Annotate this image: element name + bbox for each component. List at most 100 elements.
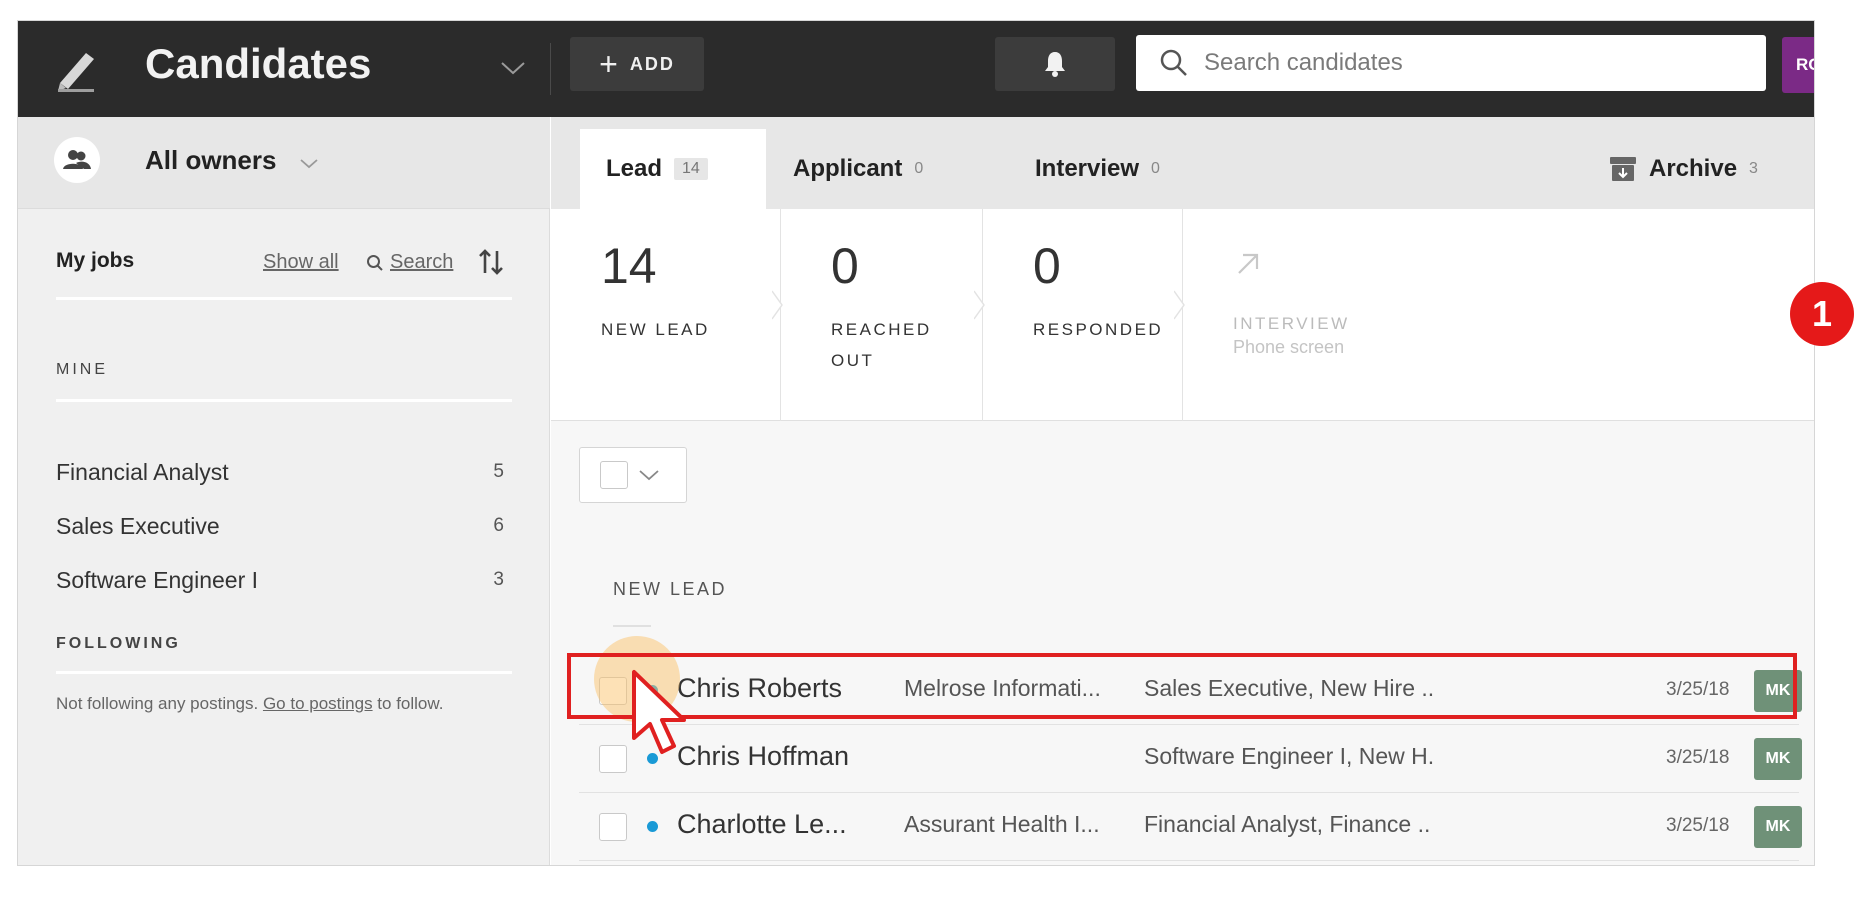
pencil-logo-icon [58,53,94,92]
row-checkbox[interactable] [599,677,627,705]
user-avatar[interactable]: RC [1782,37,1814,93]
candidate-name[interactable]: Charlotte Le... [677,809,847,840]
tab-archive[interactable]: Archive 3 [1609,129,1758,209]
tab-label: Lead [606,155,663,182]
chevron-down-icon [300,159,318,169]
app-window: Candidates + ADD RC [17,20,1815,866]
go-to-postings-link[interactable]: Go to postings [263,694,373,713]
select-all-dropdown[interactable] [579,447,687,503]
search-input[interactable] [1204,49,1744,77]
chevron-down-icon[interactable] [498,53,528,83]
add-label: ADD [629,53,675,74]
plus-icon: + [599,46,618,82]
bell-icon [1045,52,1065,77]
owner-avatar: MK [1754,806,1802,848]
add-button[interactable]: + ADD [570,37,704,91]
tab-label: Interview [1035,155,1140,182]
tab-interview[interactable]: Interview 0 [1035,129,1160,209]
section-heading: NEW LEAD [613,579,728,599]
select-all-checkbox[interactable] [600,461,628,489]
job-count: 6 [493,515,504,536]
search-icon [367,254,383,271]
job-name: Financial Analyst [56,459,229,485]
following-note: Not following any postings. Go to postin… [56,691,476,717]
candidate-name[interactable]: Chris Hoffman [677,741,849,772]
stage-count: 14 [601,238,657,294]
stage-sublabel: Phone screen [1233,337,1345,357]
search-icon [1160,49,1187,76]
stage-label: NEW LEAD [601,320,710,339]
stage-summary: 14 NEW LEAD 0 REACHED OUT 0 RESPONDED IN… [551,209,1814,421]
divider [56,671,512,674]
tab-applicant[interactable]: Applicant 0 [793,129,923,209]
job-name: Software Engineer I [56,567,259,593]
row-checkbox[interactable] [599,813,627,841]
mine-heading: MINE [56,361,108,378]
show-all-link[interactable]: Show all [263,251,339,274]
job-item-sales-executive[interactable]: Sales Executive 6 [56,507,512,547]
owner-filter-label: All owners [145,145,277,175]
tab-label: Applicant [793,155,903,182]
stage-label: REACHED OUT [831,320,932,370]
pipeline-tabs: Lead 14 Applicant 0 Interview 0 Archive … [551,117,1814,209]
stage-count: 0 [831,238,859,294]
following-heading: FOLLOWING [56,635,181,652]
tab-label: Archive [1649,155,1738,182]
tab-lead[interactable]: Lead 14 [580,129,766,209]
owners-icon [54,137,100,183]
candidate-row[interactable]: Charlotte Le... Assurant Health I... Fin… [579,793,1802,861]
stage-responded[interactable]: 0 RESPONDED [983,209,1185,421]
stage-label: INTERVIEW [1233,314,1350,333]
notifications-button[interactable] [995,37,1115,91]
owner-avatar: MK [1754,738,1802,780]
tab-count: 0 [1151,160,1160,177]
sidebar: All owners My jobs Show all Search MINE … [18,117,550,865]
job-item-financial-analyst[interactable]: Financial Analyst 5 [56,453,512,493]
top-bar: Candidates + ADD RC [18,21,1814,117]
unread-dot [647,821,658,832]
candidate-row[interactable]: Chris Hoffman Software Engineer I, New H… [579,725,1802,793]
job-item-software-engineer[interactable]: Software Engineer I 3 [56,561,512,601]
job-name: Sales Executive [56,513,220,539]
tab-count: 0 [914,160,924,177]
job-count: 5 [493,461,504,482]
stage-count: 0 [1033,238,1061,294]
row-checkbox[interactable] [599,745,627,773]
stage-new-lead[interactable]: 14 NEW LEAD [551,209,783,421]
candidate-role: Software Engineer I, New H. [1144,743,1435,769]
stage-label: RESPONDED [1033,320,1164,339]
candidate-date: 3/25/18 [1666,679,1730,700]
candidate-date: 3/25/18 [1666,747,1730,768]
job-count: 3 [493,569,504,590]
candidate-role: Sales Executive, New Hire .. [1144,675,1435,701]
step-badge: 1 [1790,282,1854,346]
search-jobs-link[interactable]: Search [366,251,453,274]
search-box[interactable] [1136,35,1766,91]
candidate-row[interactable]: Chris Roberts Melrose Informati... Sales… [579,657,1802,725]
chevron-down-icon [639,470,659,481]
stage-interview[interactable]: INTERVIEW Phone screen [1183,209,1583,421]
tab-count: 3 [1749,160,1758,177]
candidate-date: 3/25/18 [1666,815,1730,836]
divider [550,43,551,95]
my-jobs-heading: My jobs [56,249,135,272]
following-note-text: Not following any postings. [56,694,263,713]
divider [56,399,512,402]
unread-dot [647,753,658,764]
search-link-label: Search [390,251,454,273]
candidate-name[interactable]: Chris Roberts [677,673,842,704]
divider [613,625,651,627]
stage-reached-out[interactable]: 0 REACHED OUT [781,209,985,421]
archive-icon [1610,157,1636,181]
candidate-company: Melrose Informati... [904,675,1101,701]
divider [56,297,512,300]
owner-avatar: MK [1754,670,1802,712]
unread-dot [647,685,658,696]
tab-count: 14 [674,158,708,180]
owner-filter[interactable]: All owners [18,117,550,209]
sort-icon[interactable] [476,247,506,277]
arrow-up-right-icon [1238,253,1259,274]
main-panel: Lead 14 Applicant 0 Interview 0 Archive … [551,117,1814,865]
following-note-text: to follow. [372,694,444,713]
page-title: Candidates [145,40,372,87]
